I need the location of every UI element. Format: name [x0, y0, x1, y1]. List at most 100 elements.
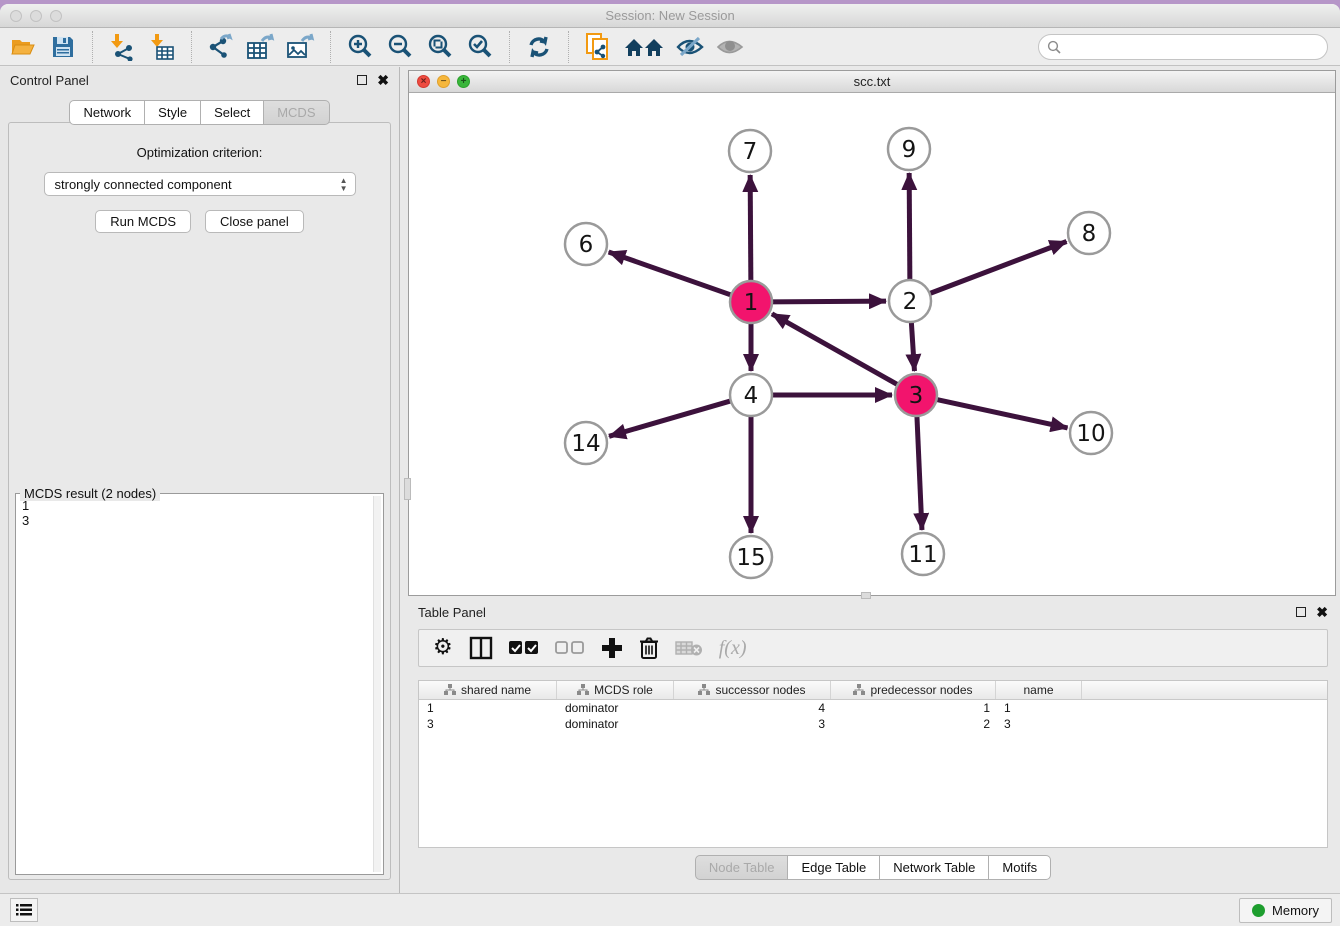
toolbar-separator: [191, 31, 192, 63]
select-all-checkboxes-icon[interactable]: [509, 641, 539, 655]
table-row[interactable]: 1dominator411: [419, 700, 1327, 716]
column-header-shared-name[interactable]: shared name: [419, 681, 557, 699]
tab-select[interactable]: Select: [201, 100, 264, 125]
splitter-handle-vertical[interactable]: [404, 478, 411, 500]
hierarchy-icon: [577, 684, 589, 696]
search-container: [1038, 34, 1328, 60]
tab-style[interactable]: Style: [145, 100, 201, 125]
table-cell[interactable]: 2: [831, 716, 996, 732]
hierarchy-icon: [444, 684, 456, 696]
import-network-icon[interactable]: [107, 32, 137, 62]
tab-edge-table[interactable]: Edge Table: [788, 855, 880, 880]
deselect-checkboxes-icon[interactable]: [555, 641, 585, 655]
graph-edge-2-9[interactable]: [909, 173, 910, 282]
result-scrollbar[interactable]: [373, 496, 381, 872]
splitter-handle-horizontal[interactable]: [861, 592, 871, 599]
graph-edge-1-6[interactable]: [609, 252, 733, 296]
column-header-predecessor-nodes[interactable]: predecessor nodes: [831, 681, 996, 699]
tab-network[interactable]: Network: [69, 100, 145, 125]
graph-edge-3-1[interactable]: [772, 314, 900, 386]
mcds-result-list[interactable]: 1 3: [22, 498, 371, 872]
add-column-icon[interactable]: [601, 637, 623, 659]
network-graph[interactable]: 1234678910111415: [409, 93, 1335, 596]
function-builder-icon[interactable]: f(x): [719, 637, 747, 660]
column-header-MCDS-role[interactable]: MCDS role: [557, 681, 674, 699]
export-table-icon[interactable]: [246, 32, 276, 62]
column-label: name: [1023, 683, 1053, 697]
column-header-successor-nodes[interactable]: successor nodes: [674, 681, 831, 699]
column-header-name[interactable]: name: [996, 681, 1082, 699]
optimization-criterion-select[interactable]: strongly connected component ▲▼: [44, 172, 356, 196]
export-image-icon[interactable]: [286, 32, 316, 62]
graph-edge-1-2[interactable]: [770, 301, 886, 302]
main-area: Control Panel ✖ NetworkStyleSelectMCDS O…: [0, 67, 1340, 893]
application-window: Session: New Session: [0, 4, 1340, 926]
hierarchy-icon: [853, 684, 865, 696]
task-history-button[interactable]: [10, 898, 38, 922]
table-cell[interactable]: 3: [419, 716, 557, 732]
table-panel-tabs: Node TableEdge TableNetwork TableMotifs: [408, 855, 1338, 880]
graph-edge-1-7[interactable]: [750, 175, 751, 283]
show-all-icon[interactable]: [715, 32, 745, 62]
table-row[interactable]: 3dominator323: [419, 716, 1327, 732]
graph-node-label-2: 2: [903, 289, 918, 315]
home-icon[interactable]: [623, 32, 665, 62]
delete-column-icon[interactable]: [639, 636, 659, 660]
graph-edge-4-14[interactable]: [609, 400, 733, 436]
table-cell[interactable]: dominator: [557, 716, 674, 732]
settings-gear-icon[interactable]: ⚙: [433, 637, 453, 659]
graph-edge-2-8[interactable]: [928, 242, 1067, 295]
graph-node-label-14: 14: [571, 431, 600, 457]
float-panel-icon[interactable]: [357, 75, 367, 85]
graph-node-label-7: 7: [743, 139, 758, 165]
chevron-up-down-icon: ▲▼: [340, 177, 348, 193]
mcds-panel: Optimization criterion: strongly connect…: [8, 122, 391, 880]
table-panel-header: Table Panel ✖: [408, 599, 1338, 625]
network-canvas[interactable]: 1234678910111415: [409, 93, 1335, 595]
column-label: MCDS role: [594, 683, 653, 697]
tab-node-table[interactable]: Node Table: [695, 855, 789, 880]
open-file-icon[interactable]: [8, 32, 38, 62]
run-mcds-button[interactable]: Run MCDS: [95, 210, 191, 233]
table-cell[interactable]: 4: [674, 700, 831, 716]
zoom-selected-icon[interactable]: [465, 32, 495, 62]
table-cell[interactable]: 1: [831, 700, 996, 716]
zoom-fit-icon[interactable]: [425, 32, 455, 62]
mcds-result-box: MCDS result (2 nodes) 1 3: [15, 493, 384, 875]
zoom-out-icon[interactable]: [385, 32, 415, 62]
toolbar-separator: [568, 31, 569, 63]
graph-edge-2-3[interactable]: [911, 320, 914, 371]
graph-edge-3-10[interactable]: [935, 399, 1068, 428]
table-panel: Table Panel ✖ ⚙: [408, 599, 1338, 890]
refresh-icon[interactable]: [524, 32, 554, 62]
close-table-panel-icon[interactable]: ✖: [1316, 607, 1328, 617]
table-cell[interactable]: 3: [996, 716, 1082, 732]
table-cell[interactable]: 3: [674, 716, 831, 732]
export-network-icon[interactable]: [206, 32, 236, 62]
tab-motifs[interactable]: Motifs: [989, 855, 1051, 880]
table-cell[interactable]: 1: [996, 700, 1082, 716]
delete-table-icon[interactable]: [675, 639, 703, 657]
control-panel: Control Panel ✖ NetworkStyleSelectMCDS O…: [0, 67, 400, 893]
column-layout-icon[interactable]: [469, 636, 493, 660]
search-input[interactable]: [1038, 34, 1328, 60]
duplicate-network-icon[interactable]: [583, 32, 613, 62]
save-session-icon[interactable]: [48, 32, 78, 62]
table-cell[interactable]: 1: [419, 700, 557, 716]
float-table-panel-icon[interactable]: [1296, 607, 1306, 617]
toolbar-separator: [330, 31, 331, 63]
graph-node-label-9: 9: [902, 137, 917, 163]
network-title: scc.txt: [409, 74, 1335, 89]
close-panel-icon[interactable]: ✖: [377, 75, 389, 85]
tab-mcds[interactable]: MCDS: [264, 100, 329, 125]
import-table-icon[interactable]: [147, 32, 177, 62]
table-cell[interactable]: dominator: [557, 700, 674, 716]
memory-button[interactable]: Memory: [1239, 898, 1332, 923]
graph-edge-3-11[interactable]: [917, 414, 922, 530]
zoom-in-icon[interactable]: [345, 32, 375, 62]
node-table-header: shared name MCDS role successor nodesprede…: [419, 681, 1327, 700]
tab-network-table[interactable]: Network Table: [880, 855, 989, 880]
close-panel-button[interactable]: Close panel: [205, 210, 304, 233]
hide-selected-icon[interactable]: [675, 32, 705, 62]
graph-node-label-3: 3: [909, 383, 924, 409]
